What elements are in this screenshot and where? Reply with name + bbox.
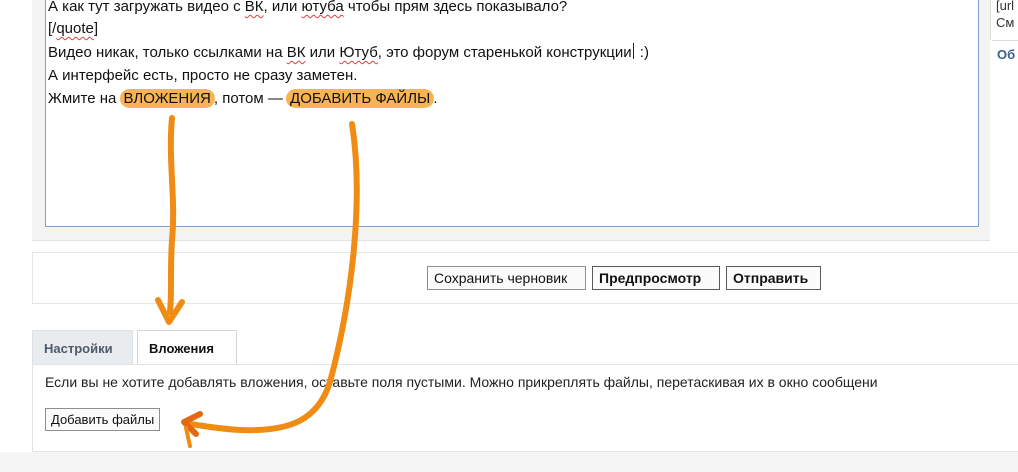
highlight-add-files: ДОБАВИТЬ ФАЙЛЫ: [286, 89, 435, 108]
options-tabs: Настройки Вложения: [32, 330, 1018, 364]
save-draft-button[interactable]: Сохранить черновик: [427, 266, 586, 290]
sidebar-divider: [992, 40, 1018, 41]
tab-settings[interactable]: Настройки: [32, 330, 133, 364]
attachments-description: Если вы не хотите добавлять вложения, ос…: [45, 374, 878, 390]
preview-button[interactable]: Предпросмотр: [592, 266, 720, 290]
sidebar-line-2: См: [996, 15, 1015, 30]
editor-line-5: Жмите на ВЛОЖЕНИЯ, потом — ДОБАВИТЬ ФАЙЛ…: [48, 89, 438, 108]
editor-line-2: [/quote]: [48, 20, 99, 37]
editor-line-3: Видео никак, только ссылками на ВК или Ю…: [48, 43, 649, 61]
editor-line-1: А как тут загружать видео с ВК, или ютуб…: [48, 0, 568, 15]
bottom-strip: [0, 452, 1018, 472]
highlight-attachments: ВЛОЖЕНИЯ: [119, 89, 215, 108]
submit-button[interactable]: Отправить: [726, 266, 821, 290]
reply-page: А как тут загружать видео с ВК, или ютуб…: [0, 0, 1018, 472]
sidebar-link[interactable]: Об: [997, 47, 1015, 62]
tab-attachments[interactable]: Вложения: [137, 330, 237, 364]
add-files-button[interactable]: Добавить файлы: [45, 408, 161, 431]
message-editor[interactable]: [45, 0, 979, 227]
editor-line-4: А интерфейс есть, просто не сразу замете…: [48, 67, 358, 84]
text-caret: [632, 43, 634, 59]
sidebar-line-1: [url: [996, 0, 1015, 13]
